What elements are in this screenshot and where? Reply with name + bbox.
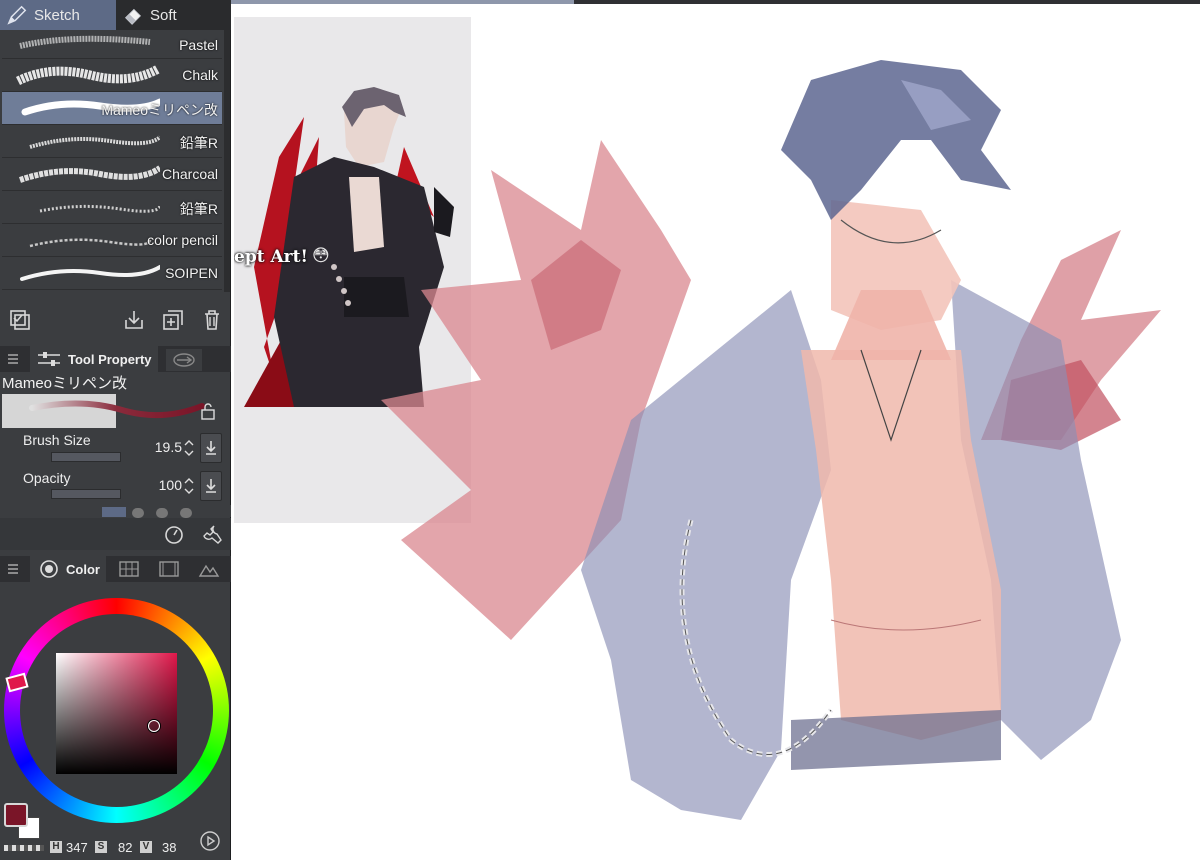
brush-item-color-pencil[interactable]: color pencil bbox=[2, 224, 222, 257]
eraser-icon bbox=[125, 8, 141, 25]
opacity-dropdown-button[interactable] bbox=[200, 471, 222, 501]
brush-stroke-preview bbox=[39, 204, 160, 213]
gauge-icon[interactable] bbox=[162, 522, 186, 546]
download-icon bbox=[206, 479, 216, 493]
import-icon[interactable] bbox=[122, 308, 146, 332]
tab-sketch[interactable]: Sketch bbox=[0, 0, 116, 30]
filmstrip-icon[interactable] bbox=[158, 560, 180, 578]
color-wheel-tab-icon bbox=[40, 560, 58, 578]
drawing-canvas[interactable]: ept Art! 😳 bbox=[231, 0, 1200, 860]
menu-icon[interactable] bbox=[6, 352, 20, 366]
saturation-value-square[interactable] bbox=[56, 653, 177, 774]
brush-size-slider[interactable] bbox=[51, 452, 121, 462]
brush-item-enpitsu-r-2[interactable]: 鉛筆R bbox=[2, 191, 222, 224]
hsv-readout: H 347 S 82 V 38 bbox=[50, 840, 230, 858]
brush-item-chalk[interactable]: Chalk bbox=[2, 59, 222, 92]
brush-stroke-preview bbox=[19, 35, 151, 49]
opacity-label: Opacity bbox=[23, 470, 71, 486]
sketch-artwork bbox=[381, 60, 1161, 820]
brush-stroke-preview bbox=[29, 135, 160, 149]
tab-soft[interactable]: Soft bbox=[116, 0, 231, 30]
stepper-icon[interactable] bbox=[183, 438, 195, 458]
duplicate-icon[interactable] bbox=[161, 308, 185, 332]
sv-cursor[interactable] bbox=[148, 720, 160, 732]
property-footer bbox=[0, 518, 231, 550]
brush-name: 鉛筆R bbox=[179, 135, 218, 151]
subtool-tabs: Sketch Soft bbox=[0, 0, 231, 30]
option-chip[interactable] bbox=[102, 507, 126, 517]
brush-size-label: Brush Size bbox=[23, 432, 91, 448]
brush-item-charcoal[interactable]: Charcoal bbox=[2, 158, 222, 191]
s-label: S bbox=[95, 841, 107, 853]
color-set-icon[interactable] bbox=[118, 560, 140, 578]
option-chip[interactable] bbox=[132, 508, 144, 518]
opacity-value[interactable]: 100 bbox=[142, 477, 182, 493]
brush-actions-row bbox=[0, 304, 231, 338]
tab-label: Sketch bbox=[34, 6, 80, 24]
v-value: 38 bbox=[162, 840, 177, 855]
pencil-icon bbox=[7, 5, 27, 25]
brush-list: Pastel Chalk Mameoミリペン改 鉛筆R Charcoal 鉛筆R… bbox=[0, 30, 224, 292]
lock-icon[interactable] bbox=[200, 402, 216, 420]
brush-preview-stroke bbox=[29, 400, 205, 419]
brush-stroke-preview bbox=[19, 165, 160, 183]
opacity-row: Opacity 100 bbox=[0, 468, 231, 502]
brush-name: Charcoal bbox=[161, 166, 218, 182]
tab-label: Soft bbox=[150, 6, 177, 24]
brush-name: 鉛筆R bbox=[179, 201, 218, 217]
mountain-icon[interactable] bbox=[198, 560, 220, 578]
tab-color[interactable]: Color bbox=[30, 556, 106, 582]
opacity-slider[interactable] bbox=[51, 489, 121, 499]
brush-preview-area: Mameoミリペン改 bbox=[0, 372, 231, 430]
brush-size-dropdown-button[interactable] bbox=[200, 433, 222, 463]
swap-icon bbox=[173, 353, 195, 367]
tab-sub-tool-detail[interactable] bbox=[166, 349, 202, 371]
color-header: Color bbox=[0, 556, 231, 582]
canvas-tab-indicator bbox=[231, 0, 574, 4]
stepper-icon[interactable] bbox=[183, 476, 195, 496]
brush-name: Pastel bbox=[179, 37, 218, 53]
option-chip[interactable] bbox=[180, 508, 192, 518]
brush-name: color pencil bbox=[147, 232, 218, 248]
sliders-icon bbox=[38, 352, 60, 366]
reference-caption: ept Art! bbox=[234, 247, 308, 267]
h-label: H bbox=[50, 841, 62, 853]
brush-item-enpitsu-r[interactable]: 鉛筆R bbox=[2, 125, 222, 158]
tab-label: Tool Property bbox=[68, 351, 152, 367]
tab-tool-property[interactable]: Tool Property bbox=[30, 346, 158, 372]
brush-stroke-preview bbox=[15, 65, 160, 86]
tab-label: Color bbox=[66, 561, 100, 577]
reference-emoji: 😳 bbox=[312, 246, 330, 265]
trash-icon[interactable] bbox=[200, 308, 224, 332]
brush-name: Chalk bbox=[182, 67, 218, 83]
left-panel: Sketch Soft Pastel Chalk Mameoミリペン改 鉛筆R … bbox=[0, 0, 231, 860]
brush-size-row: Brush Size 19.5 bbox=[0, 430, 231, 464]
download-icon bbox=[206, 441, 216, 455]
subtool-settings-icon[interactable] bbox=[8, 308, 32, 332]
brush-size-value[interactable]: 19.5 bbox=[142, 439, 182, 455]
tool-property-header: Tool Property bbox=[0, 346, 231, 372]
brush-name-label: Mameoミリペン改 bbox=[2, 375, 128, 392]
wrench-icon[interactable] bbox=[200, 522, 224, 546]
brush-item-soipen[interactable]: SOIPEN bbox=[2, 257, 222, 290]
color-wheel-area bbox=[0, 582, 231, 851]
transparent-color-swatch[interactable] bbox=[4, 845, 44, 851]
brush-item-mameo[interactable]: Mameoミリペン改 bbox=[2, 92, 222, 125]
option-chip[interactable] bbox=[156, 508, 168, 518]
main-color-swatch[interactable] bbox=[4, 803, 28, 827]
brush-list-scrollbar[interactable] bbox=[224, 30, 230, 292]
menu-icon[interactable] bbox=[6, 562, 20, 576]
brush-item-pastel[interactable]: Pastel bbox=[2, 30, 222, 59]
brush-stroke-preview bbox=[29, 238, 152, 248]
s-value: 82 bbox=[118, 840, 133, 855]
cut-off-property-row bbox=[0, 505, 231, 518]
v-label: V bbox=[140, 841, 152, 853]
brush-name: SOIPEN bbox=[165, 265, 218, 281]
brush-name: Mameoミリペン改 bbox=[101, 102, 218, 118]
brush-stroke-preview bbox=[20, 265, 160, 281]
h-value: 347 bbox=[66, 840, 88, 855]
